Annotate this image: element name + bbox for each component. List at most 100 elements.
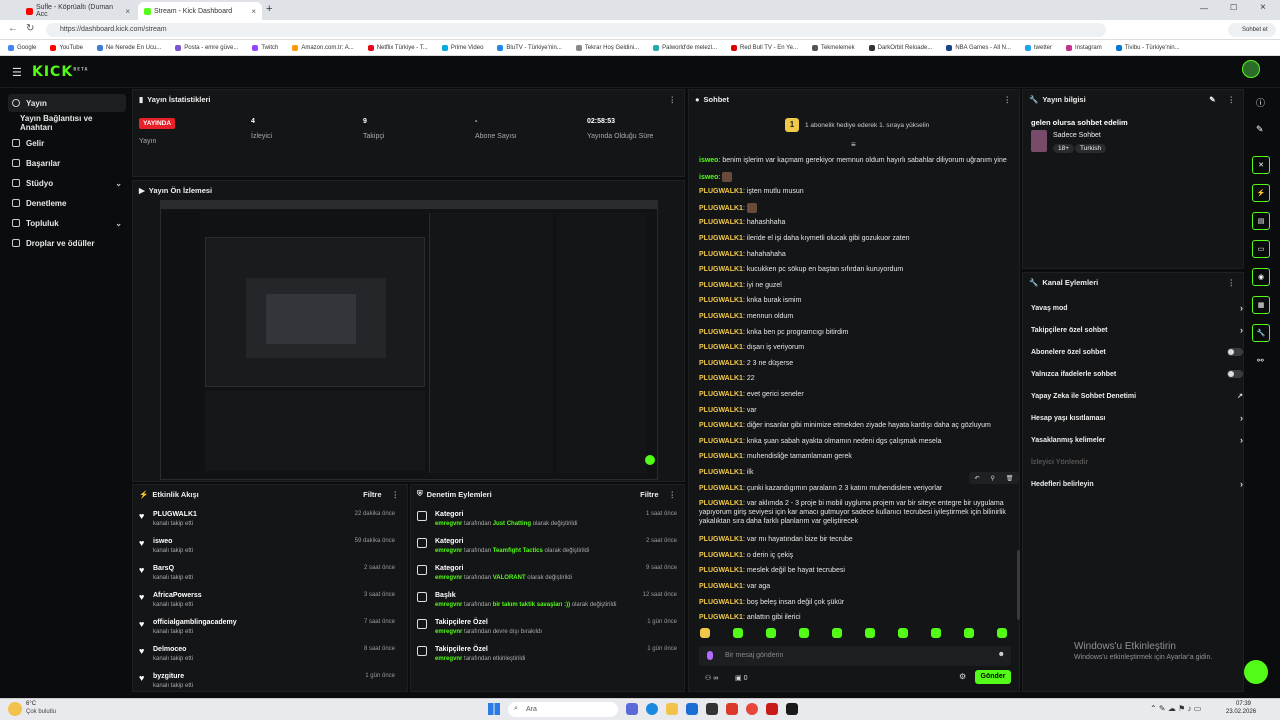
channel-action-item[interactable]: Yapay Zeka ile Sohbet Denetimi ↗ — [1031, 387, 1243, 405]
chat-username[interactable]: PLUGWALK1 — [699, 438, 743, 445]
filter-button[interactable]: Filtre — [640, 490, 658, 499]
moderation-item[interactable]: Kategori emregvnr tarafından Just Chattin… — [417, 509, 683, 535]
chat-username[interactable]: PLUGWALK1 — [699, 614, 743, 621]
bookmark-item[interactable]: YouTube — [50, 44, 83, 51]
emote-icon[interactable] — [931, 628, 941, 638]
sidebar-item-studio[interactable]: Stüdyo ⌄ — [8, 174, 126, 192]
chat-message[interactable]: PLUGWALK1: ileride el işi daha kıymetli … — [699, 234, 1011, 243]
office-icon[interactable] — [726, 703, 738, 715]
bookmark-item[interactable]: Tekrar Hoş Geldini... — [575, 44, 639, 51]
chat-message[interactable]: PLUGWALK1: anlattın gibi ilerici — [699, 613, 1011, 622]
bookmark-item[interactable]: Palworld'de melezl... — [653, 44, 717, 51]
chrome-icon[interactable] — [746, 703, 758, 715]
emote-icon[interactable] — [766, 628, 776, 638]
chat-username[interactable]: PLUGWALK1 — [699, 567, 743, 574]
chat-scrollbar[interactable] — [1017, 550, 1020, 620]
chat-username[interactable]: isweo — [699, 157, 718, 164]
bookmark-item[interactable]: DarkOrbit Reloade... — [868, 44, 932, 51]
activity-item[interactable]: ♥ Delmoceo kanalı takip etti 8 saat önce — [139, 644, 401, 670]
chat-message[interactable]: PLUGWALK1: o derin iç çekiş — [699, 551, 1011, 560]
window-maximize-icon[interactable]: ☐ — [1230, 3, 1237, 12]
kick-logo[interactable]: KICKBETA — [32, 64, 88, 80]
bookmark-item[interactable]: Google — [8, 44, 36, 51]
chat-username[interactable]: PLUGWALK1 — [699, 375, 743, 382]
bookmark-item[interactable]: Posta - emre güve... — [175, 44, 238, 51]
channel-action-item[interactable]: Hedefleri belirleyin › — [1031, 475, 1243, 493]
bookmark-item[interactable]: Tivibu - Türkiye'nin... — [1115, 44, 1180, 51]
rail-button-broadcast[interactable]: ◉ — [1252, 268, 1270, 286]
sidebar-item-drops[interactable]: Droplar ve ödüller — [8, 234, 126, 252]
chat-username[interactable]: PLUGWALK1 — [699, 266, 743, 273]
avatar[interactable] — [1242, 60, 1260, 78]
toggle-switch[interactable] — [1227, 370, 1243, 378]
bookmark-item[interactable]: Twitch — [252, 44, 278, 51]
chat-username[interactable]: PLUGWALK1 — [699, 188, 743, 195]
support-chat-icon[interactable] — [1244, 660, 1268, 684]
chat-message[interactable]: PLUGWALK1: evet gerici seneler — [699, 390, 1011, 399]
toggle-switch[interactable] — [1227, 348, 1243, 356]
chat-username[interactable]: PLUGWALK1 — [699, 297, 743, 304]
activity-item[interactable]: ♥ officialgamblingacademy kanalı takip ett… — [139, 617, 401, 643]
sidebar-item-achievements[interactable]: Başarılar — [8, 154, 126, 172]
windows-start-icon[interactable] — [488, 703, 500, 715]
sidebar-item-moderation[interactable]: Denetleme — [8, 194, 126, 212]
window-minimize-icon[interactable]: — — [1200, 4, 1208, 13]
chat-username[interactable]: PLUGWALK1 — [699, 344, 743, 351]
moderation-item[interactable]: Kategori emregvnr tarafından VALORANT ola… — [417, 563, 683, 589]
more-icon[interactable]: ⋮ — [669, 95, 677, 104]
chat-username[interactable]: PLUGWALK1 — [699, 422, 743, 429]
chat-username[interactable]: PLUGWALK1 — [699, 453, 743, 460]
chat-username[interactable]: PLUGWALK1 — [699, 407, 743, 414]
channel-action-item[interactable]: Yasaklanmış kelimeler › — [1031, 431, 1243, 449]
sidebar-item-community[interactable]: Topluluk ⌄ — [8, 214, 126, 232]
rail-button-moderation[interactable]: ✕ — [1252, 156, 1270, 174]
chat-message[interactable]: PLUGWALK1: çunki kazandıgımın paraların … — [699, 484, 1011, 493]
more-icon[interactable]: ⋮ — [1228, 278, 1236, 287]
close-icon[interactable]: × — [125, 7, 130, 16]
chat-message[interactable]: PLUGWALK1: hahashhaha — [699, 218, 1011, 227]
emote-icon[interactable] — [733, 628, 743, 638]
activity-item[interactable]: ♥ isweo kanalı takip etti 59 dakika önce — [139, 536, 401, 562]
bookmark-item[interactable]: NBA Games - All N... — [946, 44, 1011, 51]
chat-message[interactable]: PLUGWALK1: boş beleş insan değil çok şük… — [699, 598, 1011, 607]
points-icon[interactable]: ⚇ ∞ — [705, 674, 718, 682]
chat-username[interactable]: PLUGWALK1 — [699, 235, 743, 242]
more-icon[interactable]: ⋮ — [1004, 95, 1012, 104]
chat-message[interactable]: PLUGWALK1: hahahahaha — [699, 250, 1011, 259]
chat-username[interactable]: PLUGWALK1 — [699, 205, 743, 212]
info-icon[interactable]: ⓘ — [1256, 96, 1265, 109]
more-icon[interactable]: ⋮ — [669, 490, 677, 499]
chat-message[interactable]: PLUGWALK1: var aga — [699, 582, 1011, 591]
chat-username[interactable]: PLUGWALK1 — [699, 583, 743, 590]
moderation-item[interactable]: Başlık emregvnr tarafından bir takım takt… — [417, 590, 683, 616]
chat-message[interactable]: PLUGWALK1: var aklımda 2 - 3 proje bi mo… — [699, 499, 1011, 526]
moderation-item[interactable]: Takipçilere Özel emregvnr tarafından devr… — [417, 617, 683, 643]
chat-username[interactable]: PLUGWALK1 — [699, 329, 743, 336]
chat-message[interactable]: PLUGWALK1: mennun oldum — [699, 312, 1011, 321]
chat-input[interactable]: Bir mesaj gönderin — [725, 652, 783, 659]
rail-button-media[interactable]: ▦ — [1252, 296, 1270, 314]
explorer-icon[interactable] — [666, 703, 678, 715]
settings-icon[interactable]: ⚙ — [959, 672, 966, 681]
chat-message[interactable]: isweo: — [699, 171, 1011, 182]
chat-message[interactable]: PLUGWALK1: işten mutlu musun — [699, 187, 1011, 196]
chat-message[interactable]: isweo: benim işlerim var kaçmam gerekiyo… — [699, 156, 1011, 165]
filter-button[interactable]: Filtre — [363, 490, 381, 499]
rail-button-queue[interactable]: ▤ — [1252, 212, 1270, 230]
chat-username[interactable]: PLUGWALK1 — [699, 469, 743, 476]
rail-button-tools[interactable]: 🔧 — [1252, 324, 1270, 342]
chat-username[interactable]: PLUGWALK1 — [699, 500, 743, 507]
mic-icon[interactable] — [707, 651, 713, 660]
channel-action-item[interactable]: Takipçilere özel sohbet › — [1031, 321, 1243, 339]
bookmark-item[interactable]: Amazon.com.tr: A... — [292, 44, 354, 51]
browser-tab-2[interactable]: Stream - Kick Dashboard × — [138, 2, 262, 20]
send-button[interactable]: Gönder — [975, 670, 1011, 684]
emote-icon[interactable] — [700, 628, 710, 638]
rail-button-chat[interactable]: ▭ — [1252, 240, 1270, 258]
new-tab-icon[interactable]: + — [266, 3, 272, 15]
sidebar-item-stream[interactable]: Yayın — [8, 94, 126, 112]
activity-item[interactable]: ♥ AfricaPowerss kanalı takip etti 3 saat ön… — [139, 590, 401, 616]
emote-icon[interactable] — [997, 628, 1007, 638]
menu-icon[interactable]: ☰ — [12, 66, 22, 79]
emote-icon[interactable] — [832, 628, 842, 638]
